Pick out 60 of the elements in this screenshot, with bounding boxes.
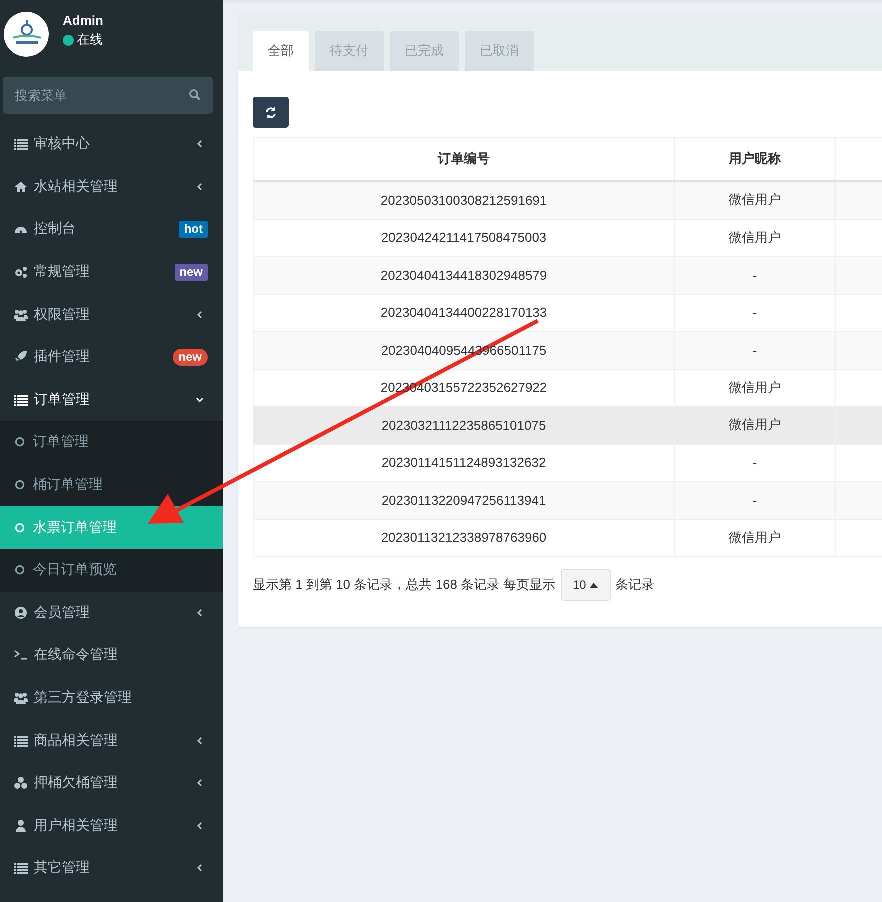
- user-icon: [14, 818, 28, 833]
- list-icon: [14, 392, 28, 407]
- cogs-icon: [14, 265, 28, 280]
- table-cell: -: [674, 482, 836, 519]
- menu-item[interactable]: 常规管理 new: [0, 250, 223, 294]
- menu-item[interactable]: 商品相关管理: [0, 719, 223, 762]
- refresh-button[interactable]: [253, 97, 289, 128]
- table-cell: 20230113212338978763960: [254, 519, 674, 556]
- menu-item[interactable]: 押桶欠桶管理: [0, 762, 223, 804]
- menu-item[interactable]: 订单管理: [0, 378, 223, 422]
- table-cell: 微信用户: [674, 519, 836, 556]
- pagination-suffix: 条记录: [616, 576, 655, 594]
- menu-badge: hot: [179, 220, 208, 238]
- users-icon: [14, 691, 28, 706]
- submenu-item[interactable]: 订单管理: [0, 421, 223, 464]
- list-icon: [14, 734, 28, 748]
- tab[interactable]: 全部: [253, 31, 309, 71]
- table-cell: 20230113220947256113941: [254, 482, 674, 519]
- cubes-icon: [14, 776, 28, 790]
- table-cell: 20230503100308212591691: [254, 181, 674, 219]
- submenu-item[interactable]: 桶订单管理: [0, 464, 223, 506]
- menu-item[interactable]: 权限管理: [0, 293, 223, 336]
- rocket-icon: [14, 350, 28, 364]
- table-cell: -: [674, 256, 836, 294]
- users-icon: [14, 308, 28, 322]
- menu-badge: new: [172, 348, 208, 366]
- circle-icon: [15, 522, 25, 533]
- refresh-icon: [265, 106, 277, 118]
- menu-item[interactable]: 第三方登录管理: [0, 676, 223, 720]
- table-cell: 20230321112235865101075: [254, 406, 674, 444]
- search-field[interactable]: 搜索菜单: [3, 77, 213, 114]
- submenu-item[interactable]: 今日订单预览: [0, 548, 223, 592]
- menu-item[interactable]: 在线命令管理: [0, 634, 223, 677]
- menu-item[interactable]: 会员管理: [0, 592, 223, 634]
- menu-item[interactable]: 水站相关管理: [0, 166, 223, 208]
- user-name: Admin: [63, 13, 104, 28]
- list-icon: [14, 137, 28, 152]
- pagination-summary: 显示第 1 到第 10 条记录，总共 168 条记录 每页显示: [253, 576, 556, 594]
- menu-item[interactable]: 插件管理 new: [0, 336, 223, 379]
- circle-icon: [15, 565, 25, 576]
- list-icon: [14, 861, 28, 876]
- menu-badge: new: [174, 264, 208, 281]
- home-icon: [14, 180, 28, 194]
- menu-item[interactable]: 其它管理: [0, 847, 223, 890]
- menu-item[interactable]: 审核中心: [0, 123, 223, 166]
- terminal-icon: [14, 648, 28, 662]
- table-cell: 微信用户: [674, 406, 836, 444]
- circle-icon: [15, 480, 25, 490]
- logo-avatar: [4, 12, 49, 56]
- search-icon: [189, 89, 201, 101]
- usercircle-icon: [14, 606, 28, 620]
- menu-item[interactable]: 用户相关管理: [0, 804, 223, 848]
- table-cell: 20230404134418302948579: [254, 256, 674, 294]
- menu-item[interactable]: 控制台 hot: [0, 208, 223, 251]
- table-cell: 微信用户: [674, 181, 836, 219]
- table-cell: -: [674, 332, 836, 369]
- user-status: 在线: [77, 31, 103, 49]
- page-size-dropdown[interactable]: 10: [560, 569, 611, 601]
- circle-icon: [15, 437, 25, 448]
- caret-up-icon: [590, 582, 598, 588]
